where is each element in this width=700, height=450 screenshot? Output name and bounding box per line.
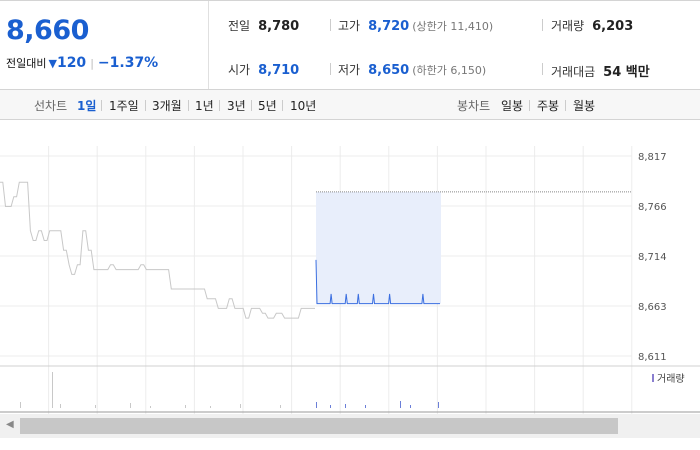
volume-label: 거래량 <box>551 19 585 33</box>
divider: | <box>90 57 94 70</box>
tab-divider <box>145 100 146 111</box>
candle-chart-label: 봉차트 <box>457 99 491 113</box>
scrollbar-thumb[interactable] <box>20 418 618 434</box>
high-label: 고가 <box>338 19 361 33</box>
volume-bar <box>60 404 61 408</box>
tab-10year[interactable]: 10년 <box>290 97 316 114</box>
volume-bar <box>210 406 211 408</box>
prev-close-value: 8,780 <box>258 19 300 34</box>
volume-bar <box>365 405 366 408</box>
change-percent: −1.37% <box>97 55 159 71</box>
volume-bar <box>185 405 186 408</box>
tab-divider <box>219 100 220 111</box>
divider <box>330 19 331 31</box>
change-label: 전일대비 <box>6 57 47 70</box>
volume-bar <box>130 403 131 408</box>
tab-1day[interactable]: 1일 <box>77 97 96 114</box>
y-tick-label: 8,714 <box>638 252 667 263</box>
tab-weekly-candle[interactable]: 주봉 <box>537 97 559 114</box>
today-highlight <box>316 191 441 304</box>
tab-daily-candle[interactable]: 일봉 <box>501 97 523 114</box>
y-tick-label: 8,611 <box>638 352 667 363</box>
tab-divider <box>188 100 189 111</box>
volume-bar <box>20 402 21 408</box>
tab-1week[interactable]: 1주일 <box>109 97 139 114</box>
open-value: 8,710 <box>258 63 300 78</box>
volume-bar <box>280 405 281 408</box>
volume-bar <box>345 404 346 408</box>
open-price: 시가 8,710 <box>228 61 299 78</box>
line-chart-label: 선차트 <box>34 99 68 113</box>
current-price: 8,660 <box>6 15 89 46</box>
y-tick-label: 8,663 <box>638 302 667 313</box>
volume-bar <box>330 405 331 408</box>
volume-bar <box>52 372 53 408</box>
tab-1year[interactable]: 1년 <box>195 97 214 114</box>
tab-divider <box>565 100 566 111</box>
volume-bar <box>240 404 241 408</box>
y-tick-labels: 8,817 8,766 8,714 8,663 8,611 <box>638 152 667 363</box>
amount-label: 거래대금 <box>551 65 596 79</box>
tab-5year[interactable]: 5년 <box>258 97 277 114</box>
volume-bar <box>438 402 439 408</box>
y-tick-label: 8,817 <box>638 152 667 163</box>
series-previous-day <box>0 181 315 319</box>
prev-close-label: 전일 <box>228 19 251 33</box>
chart-tabs: 선차트 1일 1주일 3개월 1년 3년 5년 10년 봉차트 일봉 주봉 월봉 <box>0 90 700 120</box>
high-value: 8,720 <box>368 19 410 34</box>
divider <box>542 19 543 31</box>
change-row: 전일대비 ▼120 | −1.37% <box>6 55 158 71</box>
scroll-left-arrow-icon[interactable]: ◀ <box>6 419 14 430</box>
trade-amount: 거래대금 54 백만 <box>551 61 650 80</box>
volume-legend-swatch <box>652 374 654 382</box>
low-value: 8,650 <box>368 63 410 78</box>
down-triangle-icon: ▼ <box>48 57 57 70</box>
price-box: 8,660 전일대비 ▼120 | −1.37% <box>0 1 209 89</box>
change-value: 120 <box>56 55 87 71</box>
volume-legend-label: 거래량 <box>657 373 685 385</box>
quote-summary: 8,660 전일대비 ▼120 | −1.37% 전일 8,780 고가 8,720 (상한… <box>0 0 700 90</box>
volume-bar <box>150 406 151 408</box>
tab-divider <box>529 100 530 111</box>
y-tick-label: 8,766 <box>638 202 667 213</box>
volume-bar <box>410 405 411 408</box>
low-price: 저가 8,650 (하한가 6,150) <box>338 61 486 78</box>
amount-value: 54 백만 <box>603 65 650 80</box>
tab-3year[interactable]: 3년 <box>227 97 246 114</box>
tab-monthly-candle[interactable]: 월봉 <box>573 97 595 114</box>
tab-divider <box>251 100 252 111</box>
upper-limit: (상한가 11,410) <box>412 20 494 33</box>
volume-bar <box>400 401 401 408</box>
volume-bars <box>20 372 439 408</box>
open-label: 시가 <box>228 63 251 77</box>
price-chart: 8,817 8,766 8,714 8,663 8,611 거래량 <box>0 146 700 414</box>
divider <box>330 63 331 75</box>
divider <box>542 63 543 75</box>
volume-bar <box>95 405 96 408</box>
prev-close: 전일 8,780 <box>228 17 299 34</box>
tab-divider <box>282 100 283 111</box>
volume: 거래량 6,203 <box>551 17 633 34</box>
tab-3month[interactable]: 3개월 <box>152 97 182 114</box>
volume-bar <box>316 402 317 408</box>
volume-value: 6,203 <box>592 19 634 34</box>
lower-limit: (하한가 6,150) <box>412 64 487 77</box>
low-label: 저가 <box>338 63 361 77</box>
tab-divider <box>101 100 102 111</box>
high-price: 고가 8,720 (상한가 11,410) <box>338 17 493 34</box>
